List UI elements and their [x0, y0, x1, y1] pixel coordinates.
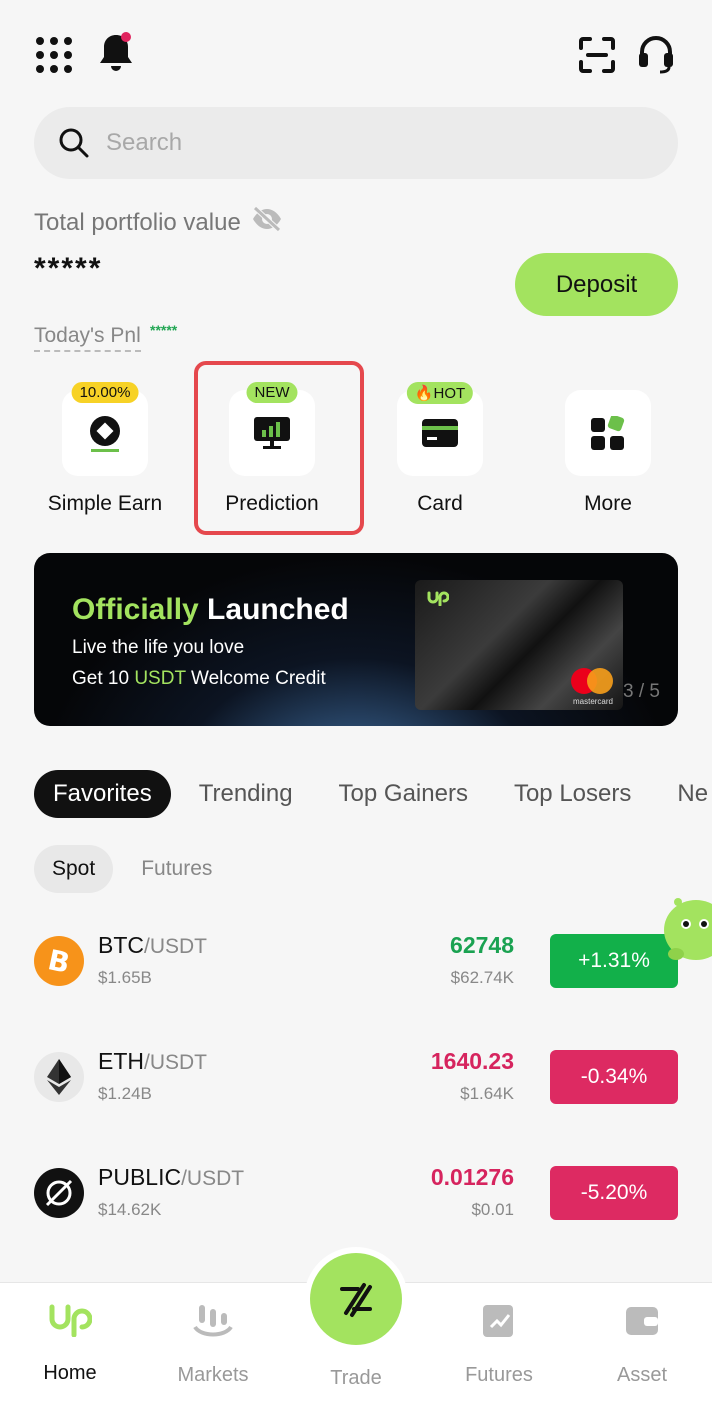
mascot-icon[interactable] — [656, 888, 712, 968]
mastercard-logo — [571, 668, 613, 694]
nav-asset-label: Asset — [616, 1364, 668, 1386]
quote-symbol: /USDT — [144, 935, 207, 958]
quick-action-more[interactable]: More — [523, 390, 693, 516]
fiat-price: $62.74K — [450, 968, 514, 987]
banner-title: Officially Launched — [72, 593, 349, 627]
scan-icon[interactable] — [578, 36, 616, 74]
change-badge[interactable]: -5.20% — [550, 1166, 678, 1220]
nav-trade-label: Trade — [330, 1367, 382, 1389]
tab-trending[interactable]: Trending — [199, 780, 293, 808]
bell-icon[interactable] — [96, 30, 136, 76]
notification-dot — [121, 32, 131, 42]
search-icon — [59, 128, 89, 158]
market-tabs: Favorites Trending Top Gainers Top Loser… — [34, 770, 712, 818]
tab-favorites[interactable]: Favorites — [34, 770, 171, 818]
last-price: 0.01276 — [430, 1164, 514, 1190]
grid-menu-icon[interactable] — [36, 36, 74, 74]
banner-line2-post: Welcome Credit — [185, 668, 326, 689]
simple-earn-tile[interactable]: 10.00% — [62, 382, 148, 476]
pair-name: PUBLIC/USDT — [98, 1164, 244, 1191]
apps-icon — [591, 416, 625, 450]
public-coin-icon — [34, 1168, 84, 1218]
subtab-spot[interactable]: Spot — [34, 845, 114, 893]
base-symbol: BTC — [98, 932, 144, 958]
credit-card-icon — [422, 419, 458, 447]
nav-home[interactable]: Home — [10, 1303, 130, 1385]
home-up-logo-icon — [49, 1304, 93, 1338]
last-price: 62748 — [450, 932, 514, 958]
futures-icon — [483, 1305, 513, 1337]
banner-line1: Live the life you love — [72, 637, 245, 658]
card-tile[interactable]: 🔥HOT — [397, 382, 483, 476]
search-bar[interactable] — [34, 107, 678, 179]
market-row-btc[interactable]: B BTC/USDT $1.65B 62748 $62.74K +1.31% — [34, 922, 678, 1002]
svg-text:B: B — [46, 945, 72, 977]
tab-top-gainers[interactable]: Top Gainers — [339, 780, 468, 808]
change-badge[interactable]: -0.34% — [550, 1050, 678, 1104]
btc-coin-icon: B — [34, 936, 84, 986]
volume: $14.62K — [98, 1200, 162, 1219]
simple-earn-icon — [90, 416, 120, 452]
search-input[interactable] — [104, 128, 628, 158]
nav-futures-label: Futures — [465, 1364, 533, 1386]
pair-name: ETH/USDT — [98, 1048, 207, 1075]
simple-earn-label: Simple Earn — [47, 492, 163, 515]
base-symbol: PUBLIC — [98, 1164, 182, 1190]
more-label: More — [584, 492, 632, 515]
nav-trade-label-wrap[interactable]: Trade — [296, 1367, 416, 1390]
rate-badge: 10.00% — [71, 382, 139, 403]
quote-symbol: /USDT — [144, 1051, 207, 1074]
pair-name: BTC/USDT — [98, 932, 207, 959]
trade-button[interactable] — [310, 1253, 402, 1345]
headset-icon[interactable] — [636, 34, 676, 74]
base-symbol: ETH — [98, 1048, 144, 1074]
wallet-icon — [626, 1307, 658, 1335]
tab-new[interactable]: Ne — [677, 780, 708, 808]
eth-coin-icon — [34, 1052, 84, 1102]
banner-line2-accent: USDT — [134, 668, 186, 689]
card-label: Card — [417, 492, 463, 515]
last-price: 1640.23 — [430, 1048, 514, 1074]
subtab-futures[interactable]: Futures — [123, 845, 230, 893]
markets-icon — [193, 1305, 233, 1337]
nav-asset[interactable]: Asset — [582, 1303, 702, 1387]
quick-action-card[interactable]: 🔥HOT Card — [355, 382, 525, 516]
market-row-eth[interactable]: ETH/USDT $1.24B 1640.23 $1.64K -0.34% — [34, 1038, 678, 1118]
banner-line2-pre: Get 10 — [72, 668, 135, 689]
banner-line2: Get 10 USDT Welcome Credit — [72, 668, 326, 690]
banner-card-image: mastercard — [415, 580, 623, 710]
mastercard-text: mastercard — [572, 697, 613, 706]
portfolio-value: ***** — [34, 252, 103, 285]
nav-futures[interactable]: Futures — [439, 1303, 559, 1387]
nav-home-label: Home — [43, 1362, 97, 1384]
banner-title-rest: Launched — [198, 593, 349, 626]
todays-pnl-value: ***** — [150, 322, 178, 338]
quick-action-simple-earn[interactable]: 10.00% Simple Earn — [20, 382, 190, 516]
more-tile[interactable] — [565, 390, 651, 476]
market-subtabs: Spot Futures — [34, 845, 240, 893]
quote-symbol: /USDT — [181, 1167, 245, 1190]
portfolio-label-row: Total portfolio value — [34, 206, 283, 239]
deposit-button[interactable]: Deposit — [515, 253, 678, 316]
prediction-highlight-box — [194, 361, 364, 535]
eye-off-icon[interactable] — [251, 206, 283, 239]
todays-pnl-label[interactable]: Today's Pnl — [34, 324, 141, 352]
fiat-price: $1.64K — [460, 1084, 514, 1103]
hot-badge: 🔥HOT — [406, 382, 474, 404]
market-row-public[interactable]: PUBLIC/USDT $14.62K 0.01276 $0.01 -5.20% — [34, 1154, 678, 1234]
portfolio-label: Total portfolio value — [34, 208, 241, 236]
volume: $1.65B — [98, 968, 152, 987]
up-logo-icon — [427, 590, 450, 611]
banner-pager: 3 / 5 — [623, 681, 660, 702]
fiat-price: $0.01 — [471, 1200, 514, 1219]
promo-banner[interactable]: Officially Launched Live the life you lo… — [34, 553, 678, 726]
tab-top-losers[interactable]: Top Losers — [514, 780, 631, 808]
banner-title-accent: Officially — [72, 593, 199, 626]
volume: $1.24B — [98, 1084, 152, 1103]
nav-markets-label: Markets — [177, 1364, 249, 1386]
trade-icon — [340, 1283, 372, 1317]
nav-markets[interactable]: Markets — [153, 1303, 273, 1387]
